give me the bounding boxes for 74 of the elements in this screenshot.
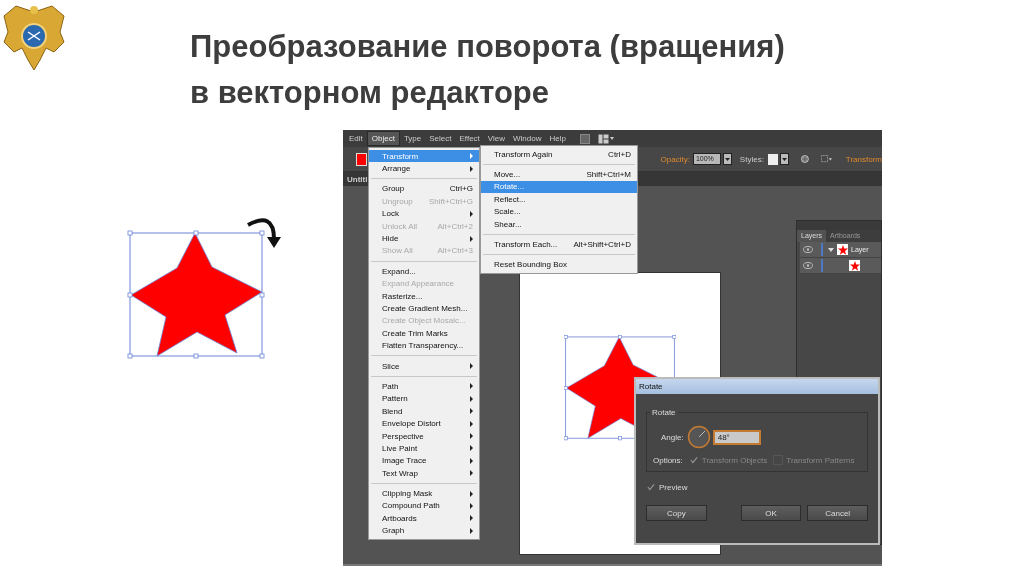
group-label: Rotate — [650, 408, 678, 417]
menu-item[interactable]: Envelope Distort — [369, 417, 479, 430]
menu-item[interactable]: Scale... — [481, 205, 637, 218]
document-tab[interactable]: Untitl — [343, 174, 368, 184]
arrange-documents-icon — [597, 133, 614, 144]
options-label: Options: — [653, 455, 683, 465]
menu-item[interactable]: Compound Path — [369, 499, 479, 513]
menu-item[interactable]: Shear... — [481, 217, 637, 231]
menu-bar-item[interactable]: Help — [545, 132, 570, 145]
menu-bar-item[interactable]: Select — [425, 132, 456, 145]
menu-bar-item[interactable]: Effect — [455, 132, 484, 145]
menu-item[interactable]: Hide — [369, 232, 479, 245]
title-line: в векторном редакторе — [190, 74, 550, 112]
eye-icon — [803, 262, 813, 269]
layer-thumbnail — [849, 260, 860, 271]
dialog-button[interactable]: Cancel — [807, 505, 868, 521]
menu-item[interactable]: Blend — [369, 405, 479, 418]
menu-item[interactable]: Flatten Transparency... — [369, 339, 479, 352]
menu-item[interactable]: Perspective — [369, 429, 479, 443]
menu-bar-item[interactable]: Object — [366, 131, 400, 146]
menu-bar-item[interactable]: Edit — [345, 132, 367, 145]
menu-item[interactable]: Image Trace — [369, 454, 479, 467]
menu-bar-item[interactable]: View — [483, 132, 509, 145]
checkmark-icon — [689, 456, 698, 464]
align-grid-icon — [820, 154, 832, 164]
menu-item[interactable]: Path — [369, 380, 479, 393]
submenu-arrow-icon — [470, 210, 473, 217]
menu-item[interactable]: Live Paint — [369, 442, 479, 455]
menu-item[interactable]: Lock — [369, 207, 479, 220]
layer-row[interactable] — [800, 258, 881, 274]
globe-icon — [801, 154, 809, 164]
caret-icon — [724, 157, 730, 161]
menu-item[interactable]: Create Gradient Mesh... — [369, 302, 479, 315]
layer-thumbnail — [837, 244, 848, 255]
angle-label: Angle: — [661, 432, 684, 442]
menu-item[interactable]: Create Trim Marks — [369, 327, 479, 340]
dialog-title: Rotate — [636, 379, 878, 394]
styles-label: Styles: — [739, 154, 764, 164]
angle-field[interactable]: 48° — [712, 429, 761, 445]
checkbox[interactable]: Preview — [646, 482, 688, 492]
submenu-arrow-icon — [470, 235, 473, 242]
menu-item[interactable]: Arrange — [369, 162, 479, 175]
eye-icon — [803, 246, 813, 253]
angle-dial-icon — [686, 425, 711, 449]
title-line: Преобразование поворота (вращения) — [190, 28, 785, 66]
menu-bar-item[interactable]: Window — [509, 132, 546, 145]
dropdown-button[interactable] — [722, 153, 732, 165]
menu-item[interactable]: Artboards — [369, 512, 479, 525]
menu-item[interactable]: Transform Each... Alt+Shift+Ctrl+D — [481, 238, 637, 251]
style-swatch[interactable] — [767, 153, 779, 165]
menu-bar-item[interactable]: Type — [399, 132, 426, 145]
curved-arrow-icon — [247, 218, 281, 248]
menu-item[interactable]: Slice — [369, 359, 479, 373]
dialog-button[interactable]: Copy — [646, 505, 707, 521]
menu-item[interactable]: Clipping Mask — [369, 487, 479, 500]
dropdown-button[interactable] — [780, 153, 790, 165]
menu-item[interactable]: Reset Bounding Box — [481, 258, 637, 272]
menu-item[interactable]: Pattern — [369, 392, 479, 406]
fill-swatch[interactable] — [356, 152, 367, 166]
menu-item[interactable]: Text Wrap — [369, 467, 479, 480]
submenu-arrow-icon — [470, 363, 473, 370]
menu-item[interactable]: Reflect... — [481, 193, 637, 206]
menu-item[interactable]: Expand... — [369, 265, 479, 278]
transform-link[interactable]: Transform — [845, 154, 882, 164]
screen-mode-icon — [579, 133, 590, 144]
menu-item[interactable]: Move... Shift+Ctrl+M — [481, 168, 637, 181]
menu-item[interactable]: Group Ctrl+G — [369, 182, 479, 196]
menu-item[interactable]: Rasterize... — [369, 289, 479, 303]
caret-icon — [782, 157, 788, 161]
menu-item[interactable]: Graph — [369, 524, 479, 537]
checkmark-icon — [647, 483, 655, 491]
dialog-button[interactable]: OK — [740, 505, 802, 521]
opacity-label[interactable]: Opacity: — [660, 154, 690, 164]
menu-item[interactable]: Transform Again Ctrl+D — [481, 148, 637, 161]
